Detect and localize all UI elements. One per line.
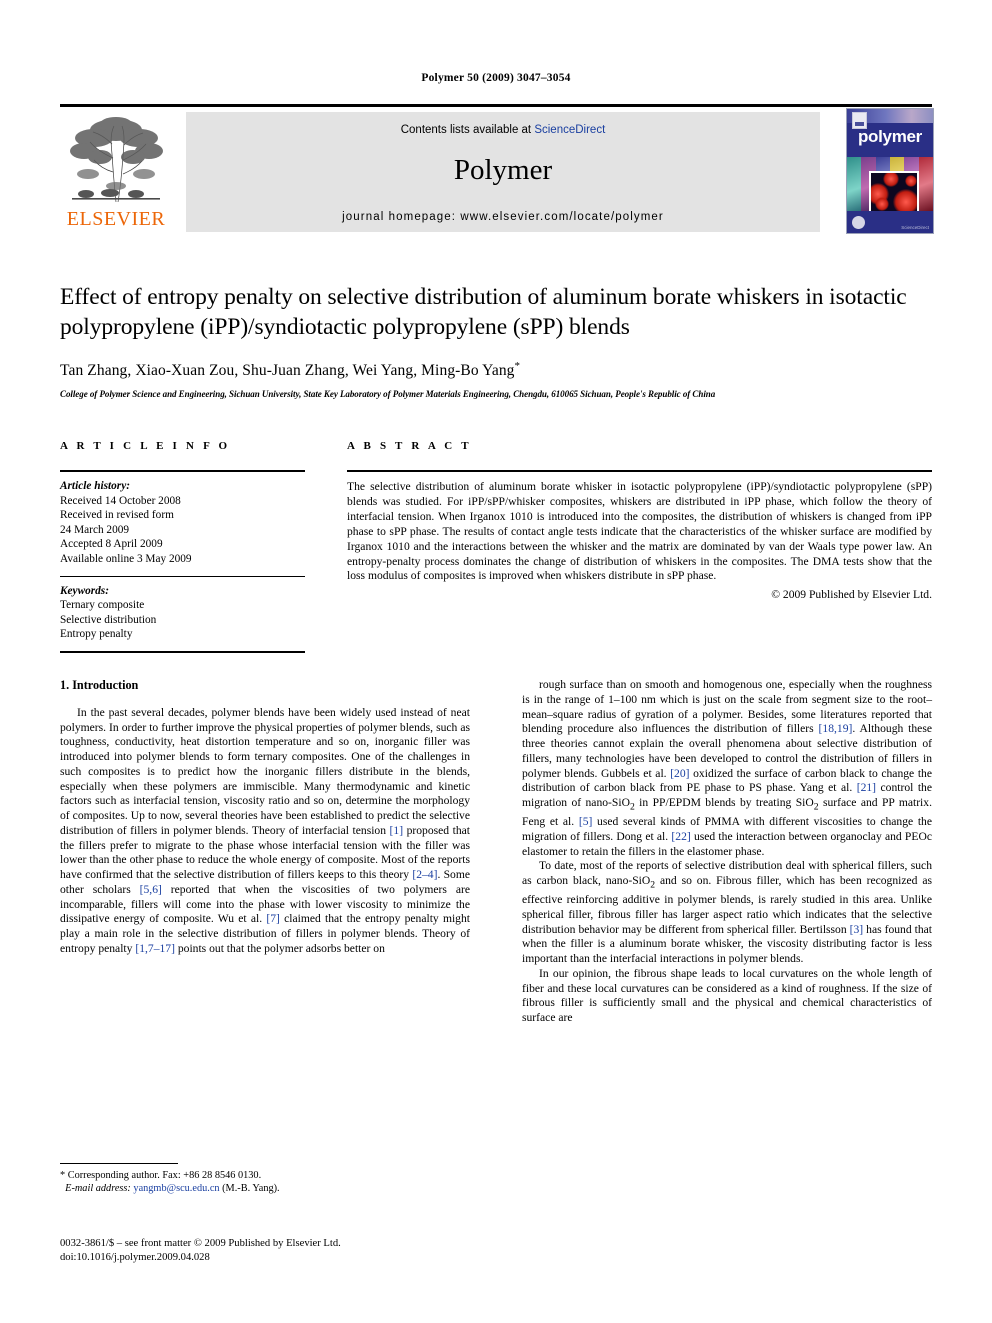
footnote-rule bbox=[60, 1163, 178, 1164]
email-link[interactable]: yangmb@scu.edu.cn bbox=[133, 1183, 219, 1194]
masthead-top-rule bbox=[60, 104, 932, 107]
cover-journal-title: polymer bbox=[857, 127, 923, 146]
keywords-block: Keywords: Ternary composite Selective di… bbox=[60, 577, 305, 651]
title-block: Effect of entropy penalty on selective d… bbox=[60, 282, 932, 399]
body-columns: 1. Introduction In the past several deca… bbox=[60, 678, 932, 1218]
body-paragraph: rough surface than on smooth and homogen… bbox=[522, 678, 932, 858]
article-history-block: Article history: Received 14 October 200… bbox=[60, 472, 305, 576]
issn-footer: 0032-3861/$ – see front matter © 2009 Pu… bbox=[60, 1237, 490, 1264]
abstract-heading-wrap: A B S T R A C T bbox=[347, 440, 932, 452]
author-names: Tan Zhang, Xiao-Xuan Zou, Shu-Juan Zhang… bbox=[60, 362, 515, 380]
keyword-item: Selective distribution bbox=[60, 613, 157, 626]
author-list: Tan Zhang, Xiao-Xuan Zou, Shu-Juan Zhang… bbox=[60, 360, 932, 380]
elsevier-wordmark: ELSEVIER bbox=[66, 208, 166, 230]
corresponding-author-footnote: * Corresponding author. Fax: +86 28 8546… bbox=[60, 1163, 470, 1196]
cover-seal-icon bbox=[852, 216, 865, 229]
article-info-heading-wrap: A R T I C L E I N F O bbox=[60, 440, 305, 452]
section-headings-row: A R T I C L E I N F O A B S T R A C T bbox=[60, 440, 932, 470]
info-abstract-region: A R T I C L E I N F O A B S T R A C T Ar… bbox=[60, 440, 932, 653]
article-info-column: Article history: Received 14 October 200… bbox=[60, 470, 305, 653]
email-line: E-mail address: yangmb@scu.edu.cn (M.-B.… bbox=[60, 1182, 470, 1195]
doi-line: doi:10.1016/j.polymer.2009.04.028 bbox=[60, 1251, 210, 1263]
history-item: Received in revised form bbox=[60, 509, 174, 522]
keywords-label: Keywords: bbox=[60, 584, 109, 597]
keyword-item: Entropy penalty bbox=[60, 628, 133, 641]
cover-footer-text: ScienceDirect bbox=[901, 225, 929, 230]
article-info-rule-bottom bbox=[60, 650, 305, 653]
journal-masthead: ELSEVIER Contents lists available at Sci… bbox=[60, 104, 934, 236]
section-heading-introduction: 1. Introduction bbox=[60, 678, 139, 692]
elsevier-tree-icon bbox=[66, 114, 166, 206]
cover-bottom-band: ScienceDirect bbox=[847, 211, 933, 233]
body-paragraph: In the past several decades, polymer ble… bbox=[60, 705, 470, 955]
page-title: Effect of entropy penalty on selective d… bbox=[60, 284, 907, 340]
affiliation: College of Polymer Science and Engineeri… bbox=[60, 389, 716, 400]
journal-cover-thumbnail: polymer ScienceDirect bbox=[846, 108, 934, 234]
history-item: Received 14 October 2008 bbox=[60, 494, 181, 507]
abstract-copyright: © 2009 Published by Elsevier Ltd. bbox=[771, 588, 932, 602]
body-paragraph: In our opinion, the fibrous shape leads … bbox=[522, 966, 932, 1025]
sciencedirect-link[interactable]: ScienceDirect bbox=[534, 124, 605, 136]
masthead-panel: Contents lists available at ScienceDirec… bbox=[186, 112, 820, 232]
body-paragraph: To date, most of the reports of selectiv… bbox=[522, 859, 932, 966]
article-history-label: Article history: bbox=[60, 480, 130, 492]
contents-prefix: Contents lists available at bbox=[400, 124, 535, 136]
abstract-column: The selective distribution of aluminum b… bbox=[347, 470, 932, 601]
corresponding-author-marker: * bbox=[514, 360, 521, 372]
history-item: Available online 3 May 2009 bbox=[60, 552, 192, 565]
running-head: Polymer 50 (2009) 3047–3054 bbox=[421, 72, 571, 84]
history-item: Accepted 8 April 2009 bbox=[60, 538, 163, 551]
email-suffix: (M.-B. Yang). bbox=[222, 1183, 280, 1195]
history-item: 24 March 2009 bbox=[60, 523, 130, 536]
journal-homepage-link[interactable]: journal homepage: www.elsevier.com/locat… bbox=[186, 211, 820, 223]
corresponding-author-line: * Corresponding author. Fax: +86 28 8546… bbox=[60, 1170, 262, 1181]
contents-available-line: Contents lists available at ScienceDirec… bbox=[186, 124, 820, 136]
body-column-left: 1. Introduction In the past several deca… bbox=[60, 678, 470, 957]
journal-title: Polymer bbox=[453, 154, 553, 186]
article-page: Polymer 50 (2009) 3047–3054 ELSEVIER Con… bbox=[0, 0, 992, 1323]
abstract-text: The selective distribution of aluminum b… bbox=[347, 480, 932, 583]
article-info-heading: A R T I C L E I N F O bbox=[60, 440, 231, 452]
abstract-heading: A B S T R A C T bbox=[347, 440, 472, 452]
issn-line: 0032-3861/$ – see front matter © 2009 Pu… bbox=[60, 1238, 341, 1249]
body-column-right: rough surface than on smooth and homogen… bbox=[522, 678, 932, 1026]
elsevier-logo: ELSEVIER bbox=[60, 112, 172, 232]
keyword-item: Ternary composite bbox=[60, 599, 145, 612]
email-label: E-mail address: bbox=[65, 1183, 131, 1195]
